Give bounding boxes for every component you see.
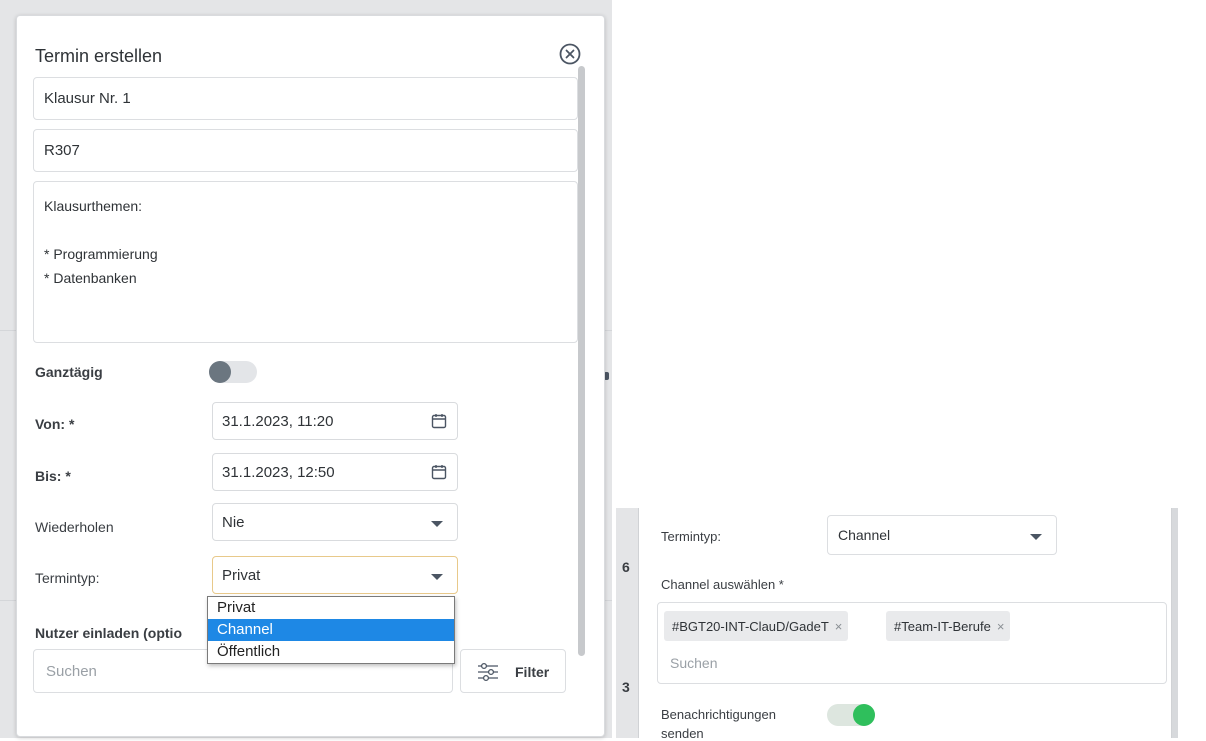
channel-multiselect[interactable]: #BGT20-INT-ClauD/GadeT × #Team-IT-Berufe ×… [657, 602, 1167, 684]
chevron-down-icon [431, 521, 443, 527]
description-textarea-value: Klausurthemen: * Programmierung * Datenb… [44, 198, 158, 286]
repeat-select-value: Nie [222, 514, 245, 531]
toggle-knob [853, 704, 875, 726]
location-input[interactable]: R307 [33, 129, 578, 172]
remove-tag-icon[interactable]: × [997, 619, 1005, 634]
title-input[interactable]: Klausur Nr. 1 [33, 77, 578, 120]
rp-event-type-label: Termintyp: [661, 529, 721, 544]
channel-settings-panel: Termintyp: Channel Channel auswählen * #… [638, 508, 1172, 741]
channel-tag: #Team-IT-Berufe × [886, 611, 1011, 641]
rp-event-type-value: Channel [838, 527, 891, 543]
modal-title: Termin erstellen [35, 46, 163, 66]
event-type-select[interactable]: Privat [212, 556, 458, 594]
sliders-icon [478, 662, 498, 682]
to-datetime-value: 31.1.2023, 12:50 [222, 464, 335, 481]
location-input-value: R307 [44, 142, 80, 159]
close-icon [559, 43, 581, 65]
remove-tag-icon[interactable]: × [835, 619, 843, 634]
notifications-toggle[interactable] [827, 704, 875, 726]
user-search-placeholder: Suchen [46, 663, 97, 680]
repeat-select[interactable]: Nie [212, 503, 458, 541]
rp-event-type-select[interactable]: Channel [827, 515, 1057, 555]
event-type-label: Termintyp: [35, 570, 100, 586]
calendar-icon[interactable] [431, 464, 447, 480]
all-day-toggle[interactable] [209, 361, 257, 383]
modal-scrollbar[interactable] [578, 66, 585, 656]
dropdown-option-privat[interactable]: Privat [208, 597, 454, 619]
from-datetime-input[interactable]: 31.1.2023, 11:20 [212, 402, 458, 440]
to-datetime-input[interactable]: 31.1.2023, 12:50 [212, 453, 458, 491]
repeat-label: Wiederholen [35, 519, 114, 535]
toggle-knob [209, 361, 231, 383]
channel-tag: #BGT20-INT-ClauD/GadeT × [664, 611, 849, 641]
event-type-select-value: Privat [222, 567, 261, 584]
dropdown-option-channel[interactable]: Channel [208, 619, 454, 641]
chevron-down-icon [1030, 534, 1042, 540]
description-textarea[interactable]: Klausurthemen: * Programmierung * Datenb… [33, 181, 578, 343]
all-day-label: Ganztägig [35, 364, 103, 380]
filter-button-label: Filter [515, 664, 550, 680]
title-input-value: Klausur Nr. 1 [44, 90, 131, 107]
channel-select-label: Channel auswählen * [661, 577, 784, 592]
dropdown-option-oeffentlich[interactable]: Öffentlich [208, 641, 454, 663]
filter-button[interactable]: Filter [460, 649, 566, 693]
side-number: 3 [622, 679, 630, 695]
side-number: 6 [622, 559, 630, 575]
channel-tag-label: #Team-IT-Berufe [894, 619, 991, 634]
calendar-icon[interactable] [431, 413, 447, 429]
from-label: Von: * [35, 416, 75, 432]
from-datetime-value: 31.1.2023, 11:20 [222, 413, 334, 430]
notifications-label: Benachrichtigungen [661, 707, 776, 722]
right-panel-backdrop: 6 3 [616, 508, 638, 738]
close-button[interactable] [556, 40, 584, 68]
channel-search-placeholder[interactable]: Suchen [670, 655, 717, 671]
chevron-down-icon [431, 574, 443, 580]
event-type-dropdown-list: Privat Channel Öffentlich [207, 596, 455, 664]
invite-users-label: Nutzer einladen (optio [35, 625, 182, 641]
right-panel-edge [1172, 508, 1178, 738]
notifications-label-line2: senden [661, 726, 704, 741]
to-label: Bis: * [35, 468, 71, 484]
channel-tag-label: #BGT20-INT-ClauD/GadeT [672, 619, 829, 634]
